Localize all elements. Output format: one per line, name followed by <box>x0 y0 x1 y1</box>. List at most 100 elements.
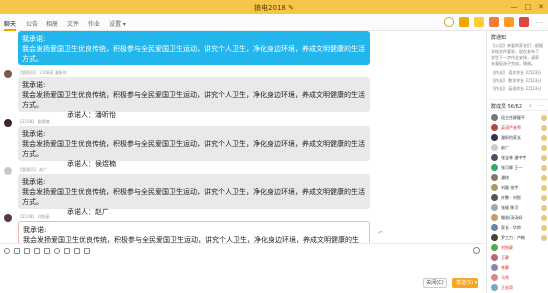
message-bubble[interactable]: 我承诺: 我会发扬爱国卫生优良传统，积极参与全民爱国卫生运动，讲究个人卫生，净化… <box>18 31 370 73</box>
avatar <box>491 234 498 241</box>
member-badge-icon <box>541 215 547 221</box>
message-signature: 承诺人：侯煜楠 <box>67 160 116 168</box>
video-icon[interactable] <box>459 17 469 27</box>
notice-line[interactable]: 【作业】 语文作业 2月23日 <box>491 70 541 76</box>
notice-line[interactable]: 【作业】 数学作业 2月23日 <box>491 78 541 84</box>
member-item[interactable]: 潘昕怡家长 <box>489 133 548 143</box>
sender-name: 【2108】 侯煜楠 <box>18 119 50 124</box>
member-badge-icon <box>541 175 547 181</box>
screen-share-icon[interactable] <box>474 17 484 27</box>
group-side-panel: 群通知 【公告】亲爱的家长们：根据 学校文件要求，现在发布了 学生下一步作业安排… <box>486 31 548 293</box>
member-name: 李静 <box>501 265 509 270</box>
more-tools-icon[interactable] <box>84 248 90 254</box>
message-heading: 我承诺: <box>22 35 46 43</box>
avatar <box>491 154 498 161</box>
member-badge-icon <box>541 155 547 161</box>
window-controls: — □ ✕ <box>511 3 545 11</box>
maximize-button[interactable]: □ <box>525 3 532 11</box>
phone-icon[interactable] <box>444 17 454 27</box>
send-button[interactable]: 发送(S) ▾ <box>452 278 478 288</box>
member-name: 赵广 <box>501 145 509 150</box>
member-badge-icon <box>541 125 547 131</box>
member-name: 刘磊 张宇 <box>501 185 519 190</box>
member-item[interactable]: 马秀 <box>489 273 548 283</box>
message-bubble[interactable]: 我承诺: 我会发扬爱国卫生优良传统，积极参与全民爱国卫生运动，讲究个人卫生，净化… <box>18 126 370 168</box>
tab-settings[interactable]: 设置 ▾ <box>109 19 126 28</box>
member-item[interactable]: 罗工力 · 卢翰 <box>489 233 548 243</box>
emoji-icon[interactable] <box>4 248 10 254</box>
tab-album[interactable]: 相册 <box>46 19 58 28</box>
member-name: 猫爸/汤汤妈 <box>501 215 523 220</box>
app-icon[interactable] <box>489 17 499 27</box>
message-heading: 我承诺: <box>22 81 46 89</box>
notice-line[interactable]: 【作业】 英语作业 2月23日 <box>491 86 541 92</box>
tab-chat[interactable]: 聊天 <box>4 19 16 28</box>
member-item[interactable]: 班主任柳健平 <box>489 113 548 123</box>
message-bubble[interactable]: 我承诺: 我会发扬爱国卫生优良传统，积极参与全民爱国卫生运动，讲究个人卫生，净化… <box>18 77 370 119</box>
reply-icon[interactable]: ↶ <box>378 230 386 238</box>
member-item[interactable]: 张宝林 潘中宇 <box>489 153 548 163</box>
avatar[interactable] <box>4 70 12 78</box>
more-icon[interactable]: ⋯ <box>539 103 544 109</box>
avatar <box>491 114 498 121</box>
member-item[interactable]: 王静 <box>489 253 548 263</box>
avatar <box>491 264 498 271</box>
file-icon[interactable] <box>24 248 30 254</box>
search-icon[interactable]: ⌕ <box>529 103 532 109</box>
member-name: 张宝林 潘中宇 <box>501 155 527 160</box>
member-item[interactable]: 王宏奇 <box>489 283 548 293</box>
avatar[interactable] <box>4 214 12 222</box>
more-apps-icon[interactable] <box>504 17 514 27</box>
member-name: 王宏奇 <box>501 285 513 290</box>
member-name: 刘铭豪 <box>501 245 513 250</box>
avatar[interactable] <box>4 119 12 127</box>
tab-notice[interactable]: 公告 <box>26 19 38 28</box>
sender-name: 【管理员】 赵广 <box>18 167 48 172</box>
member-name: 英语严老师 <box>501 125 521 130</box>
avatar <box>491 214 498 221</box>
member-item[interactable]: 赵广 <box>489 143 548 153</box>
message-signature: 承诺人：李静 <box>67 65 109 73</box>
member-badge-icon <box>541 115 547 121</box>
member-item[interactable]: 李静 <box>489 263 548 273</box>
notice-title: 群通知 <box>491 35 507 41</box>
more-icon[interactable]: … <box>534 17 544 27</box>
member-item[interactable]: 刘铭豪 <box>489 243 548 253</box>
avatar <box>491 164 498 171</box>
member-item[interactable]: 刘磊 张宇 <box>489 183 548 193</box>
member-item[interactable]: 猫爸/汤汤妈 <box>489 213 548 223</box>
avatar <box>491 134 498 141</box>
mic-icon[interactable] <box>54 248 60 254</box>
voice-icon[interactable] <box>44 248 50 254</box>
history-icon[interactable] <box>473 247 480 254</box>
member-item[interactable]: 英语严老师 <box>489 123 548 133</box>
activity-icon[interactable] <box>519 17 529 27</box>
message-input[interactable] <box>0 257 486 277</box>
cut-icon[interactable] <box>14 248 20 254</box>
message-heading: 我承诺: <box>22 130 46 138</box>
avatar[interactable] <box>4 167 12 175</box>
member-item[interactable]: 家长 · 华帅 <box>489 223 548 233</box>
member-item[interactable]: 许鹏 · 刘悦 <box>489 193 548 203</box>
tab-files[interactable]: 文件 <box>67 19 79 28</box>
close-window-button[interactable]: ✕ <box>538 3 544 11</box>
member-name: 家长 · 华帅 <box>501 225 521 230</box>
chat-history[interactable]: 我承诺: 我会发扬爱国卫生优良传统，积极参与全民爱国卫生运动，讲究个人卫生，净化… <box>0 31 486 243</box>
avatar <box>491 224 498 231</box>
gift-icon[interactable] <box>74 248 80 254</box>
member-badge-icon <box>541 145 547 151</box>
redpacket-icon[interactable] <box>64 248 70 254</box>
avatar <box>491 244 498 251</box>
message-bubble[interactable]: 我承诺: 我会发扬爱国卫生优良传统，积极参与全民爱国卫生运动，讲究个人卫生，净化… <box>18 221 370 243</box>
message-bubble[interactable]: 我承诺: 我会发扬爱国卫生优良传统，积极参与全民爱国卫生运动，讲究个人卫生，净化… <box>18 174 370 216</box>
member-item[interactable]: 张维 陈可 <box>489 203 548 213</box>
member-name: 马秀 <box>501 275 509 280</box>
minimize-button[interactable]: — <box>511 3 518 11</box>
tab-homework[interactable]: 作业 <box>88 19 100 28</box>
image-icon[interactable] <box>34 248 40 254</box>
close-button[interactable]: 关闭(C) <box>423 278 447 288</box>
member-item[interactable]: 张可卿 王一 <box>489 163 548 173</box>
member-item[interactable]: 潘梓 <box>489 173 548 183</box>
avatar <box>491 194 498 201</box>
message-heading: 我承诺: <box>22 178 46 186</box>
